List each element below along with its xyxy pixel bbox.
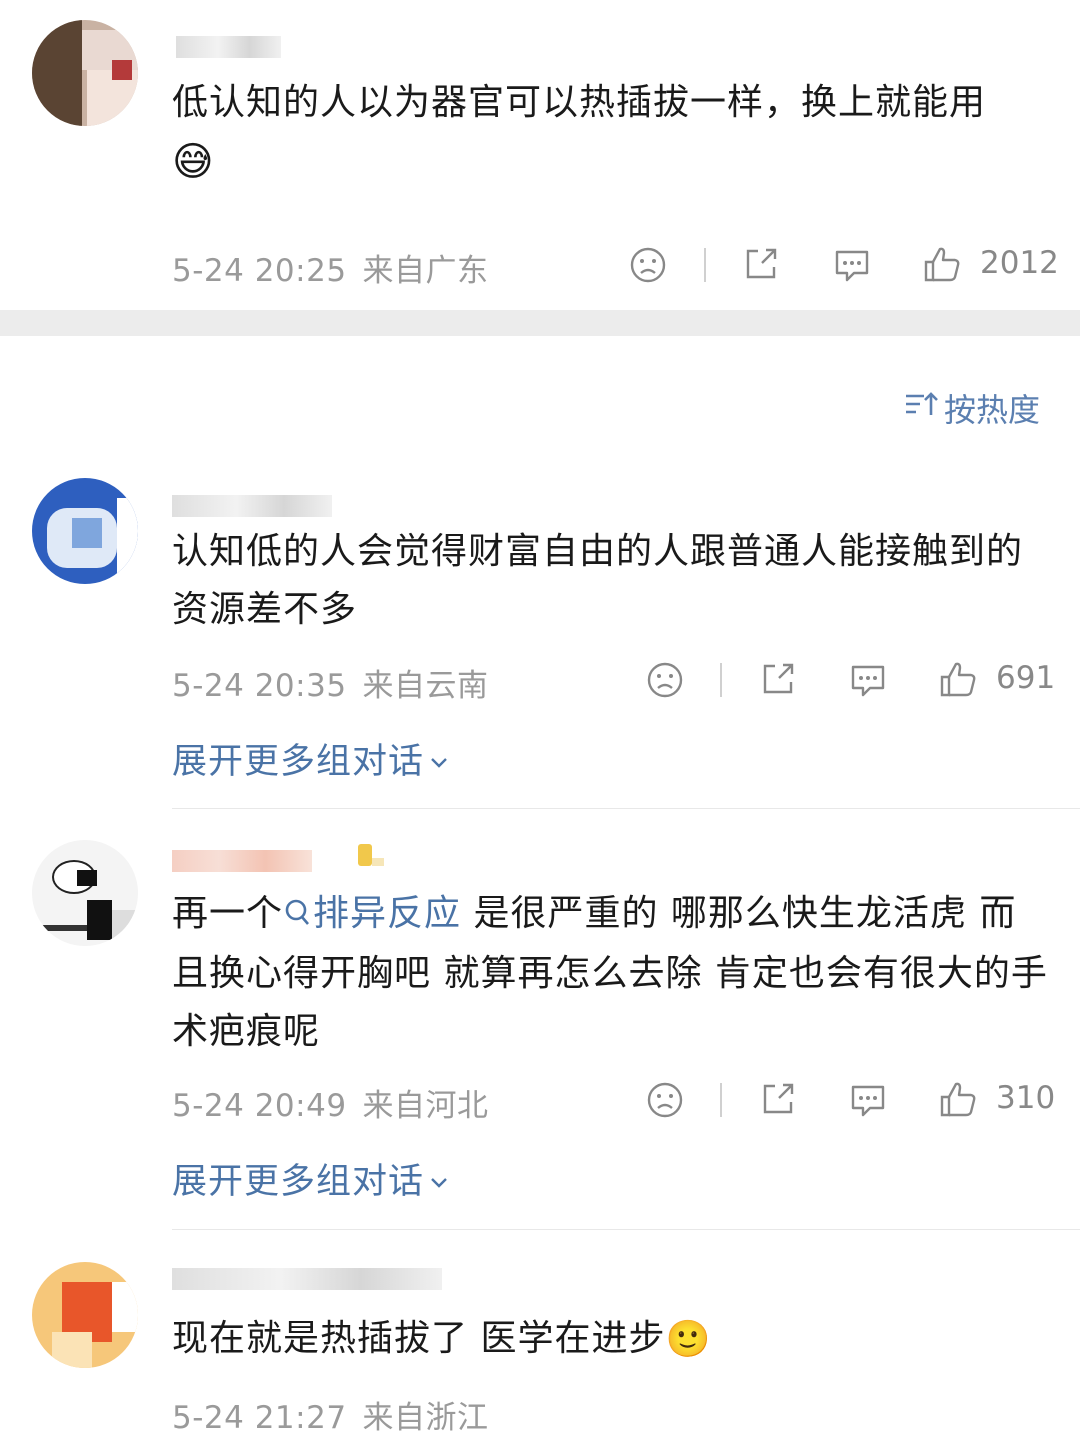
section-separator	[0, 310, 1080, 336]
comment-location: 来自浙江	[362, 1400, 489, 1436]
comment-text: 现在就是热插拔了 医学在进步🙂	[172, 1310, 1052, 1369]
avatar[interactable]	[32, 1262, 138, 1368]
comment-meta: 5-24 21:27 来自浙江	[172, 1392, 489, 1437]
comment-divider	[172, 808, 1080, 809]
chevron-down-icon	[428, 743, 450, 783]
comment-meta: 5-24 20:25 来自广东	[172, 245, 489, 290]
comment-time: 5-24 21:27	[172, 1400, 347, 1436]
comment-icon[interactable]	[832, 246, 872, 288]
like-count: 2012	[980, 245, 1059, 281]
username-redacted[interactable]	[172, 495, 332, 517]
avatar[interactable]	[32, 20, 138, 126]
comment-body-prefix: 再一个	[172, 893, 284, 934]
expand-label: 展开更多组对话	[172, 742, 425, 782]
username-redacted[interactable]	[172, 1268, 442, 1290]
share-icon[interactable]	[759, 660, 797, 702]
comment-body: 现在就是热插拔了 医学在进步	[172, 1318, 666, 1359]
avatar[interactable]	[32, 840, 138, 946]
sad-face-icon[interactable]	[646, 1081, 684, 1123]
expand-label: 展开更多组对话	[172, 1162, 425, 1202]
like-count: 310	[996, 1080, 1056, 1116]
username-redacted[interactable]	[176, 36, 281, 58]
action-divider	[720, 1083, 722, 1117]
expand-conversation-link[interactable]: 展开更多组对话	[172, 733, 450, 784]
action-divider	[704, 248, 706, 282]
badge-icon	[350, 840, 386, 870]
sort-label: 按热度	[943, 391, 1040, 429]
comment-body: 认知低的人会觉得财富自由的人跟普通人能接触到的资源差不多	[172, 531, 1024, 630]
sort-by-hot-button[interactable]: 按热度	[904, 385, 1040, 431]
share-icon[interactable]	[742, 245, 780, 287]
thumbs-up-icon[interactable]	[938, 1079, 978, 1123]
username-redacted[interactable]	[172, 850, 312, 872]
comment-time: 5-24 20:35	[172, 668, 347, 704]
comment-icon[interactable]	[848, 661, 888, 703]
topic-search-link[interactable]: 排异反应	[283, 893, 461, 934]
comment-text: 再一个 排异反应 是很严重的 哪那么快生龙活虎 而且换心得开胸吧 就算再怎么去除 …	[172, 885, 1052, 1061]
like-count: 691	[996, 660, 1056, 696]
sweat-smile-emoji: 😅	[172, 139, 215, 185]
comment-time: 5-24 20:25	[172, 253, 347, 289]
share-icon[interactable]	[759, 1080, 797, 1122]
smile-emoji: 🙂	[665, 1319, 712, 1360]
action-divider	[720, 663, 722, 697]
comment-text: 低认知的人以为器官可以热插拔一样，换上就能用 😅	[172, 74, 1052, 191]
comment-body: 低认知的人以为器官可以热插拔一样，换上就能用	[172, 82, 987, 123]
comment-time: 5-24 20:49	[172, 1088, 347, 1124]
comment-location: 来自河北	[362, 1088, 489, 1124]
comment-location: 来自云南	[362, 668, 489, 704]
search-icon	[285, 887, 311, 945]
sad-face-icon[interactable]	[629, 246, 667, 288]
comment-icon[interactable]	[848, 1081, 888, 1123]
comment-meta: 5-24 20:35 来自云南	[172, 660, 489, 705]
topic-link-label: 排异反应	[313, 893, 462, 934]
sort-icon	[904, 389, 938, 427]
comment-divider	[172, 1229, 1080, 1230]
thumbs-up-icon[interactable]	[922, 244, 962, 288]
thumbs-up-icon[interactable]	[938, 659, 978, 703]
expand-conversation-link[interactable]: 展开更多组对话	[172, 1153, 450, 1204]
comment-meta: 5-24 20:49 来自河北	[172, 1080, 489, 1125]
sad-face-icon[interactable]	[646, 661, 684, 703]
chevron-down-icon	[428, 1163, 450, 1203]
comment-location: 来自广东	[362, 253, 489, 289]
avatar[interactable]	[32, 478, 138, 584]
